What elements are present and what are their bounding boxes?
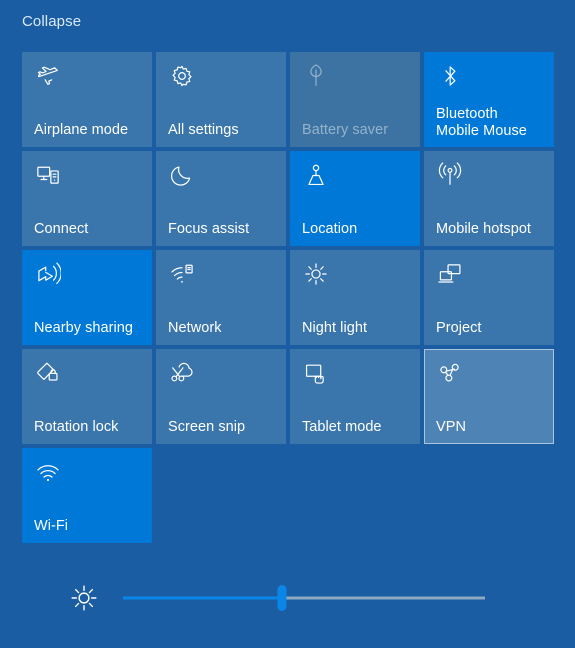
gear-icon	[169, 63, 195, 89]
quick-action-tile-screen-snip[interactable]: Screen snip	[156, 349, 286, 444]
quick-action-tile-airplane-mode[interactable]: Airplane mode	[22, 52, 152, 147]
tile-label: Location	[302, 221, 358, 237]
hotspot-icon	[437, 162, 463, 188]
wifi-icon	[35, 459, 61, 485]
network-icon	[169, 261, 195, 287]
tile-label: Tablet mode	[302, 419, 382, 435]
quick-action-tile-project[interactable]: Project	[424, 250, 554, 345]
quick-action-tile-all-settings[interactable]: All settings	[156, 52, 286, 147]
panel-header: Collapse	[22, 8, 81, 34]
tile-label: Night light	[302, 320, 368, 336]
bluetooth-icon	[437, 63, 463, 89]
tile-label: VPN	[436, 419, 466, 435]
collapse-button[interactable]: Collapse	[22, 13, 81, 30]
tile-label: Battery saver	[302, 122, 389, 138]
tile-label: Airplane mode	[34, 122, 129, 138]
sun-icon	[303, 261, 329, 287]
tile-label: Nearby sharing	[34, 320, 134, 336]
tile-label: Screen snip	[168, 419, 246, 435]
quick-action-tile-tablet-mode[interactable]: Tablet mode	[290, 349, 420, 444]
connect-icon	[35, 162, 61, 188]
quick-action-tile-mobile-hotspot[interactable]: Mobile hotspot	[424, 151, 554, 246]
tile-label: Wi-Fi	[34, 518, 69, 534]
scissors-cloud-icon	[169, 360, 195, 386]
quick-action-tile-bluetooth[interactable]: Bluetooth Mobile Mouse	[424, 52, 554, 147]
quick-action-tile-network[interactable]: Network	[156, 250, 286, 345]
tile-label: Project	[436, 320, 482, 336]
battery-leaf-icon	[303, 63, 329, 89]
tablet-icon	[303, 360, 329, 386]
tile-label: Bluetooth Mobile Mouse	[436, 106, 527, 139]
brightness-slider-row	[22, 575, 553, 621]
tile-label: All settings	[168, 122, 239, 138]
rotation-lock-icon	[35, 360, 61, 386]
quick-action-tile-battery-saver: Battery saver	[290, 52, 420, 147]
slider-thumb[interactable]	[277, 585, 287, 611]
tile-label: Rotation lock	[34, 419, 119, 435]
slider-fill	[123, 596, 283, 600]
tile-label: Mobile hotspot	[436, 221, 532, 237]
project-icon	[437, 261, 463, 287]
quick-action-tile-grid: Airplane mode All settings Battery saver Bl…	[22, 52, 554, 547]
vpn-icon	[437, 360, 463, 386]
airplane-icon	[35, 63, 61, 89]
quick-action-tile-night-light[interactable]: Night light	[290, 250, 420, 345]
location-icon	[303, 162, 329, 188]
nearby-sharing-icon	[35, 261, 61, 287]
brightness-slider[interactable]	[123, 583, 485, 613]
quick-action-tile-nearby-sharing[interactable]: Nearby sharing	[22, 250, 152, 345]
quick-action-tile-rotation-lock[interactable]: Rotation lock	[22, 349, 152, 444]
quick-action-tile-focus-assist[interactable]: Focus assist	[156, 151, 286, 246]
quick-actions-panel: Collapse Airplane mode All settings Batter…	[0, 0, 575, 648]
brightness-icon	[69, 583, 99, 613]
tile-label: Focus assist	[168, 221, 250, 237]
tile-label: Connect	[34, 221, 89, 237]
quick-action-tile-connect[interactable]: Connect	[22, 151, 152, 246]
quick-action-tile-wi-fi[interactable]: Wi-Fi	[22, 448, 152, 543]
quick-action-tile-location[interactable]: Location	[290, 151, 420, 246]
quick-action-tile-vpn[interactable]: VPN	[424, 349, 554, 444]
tile-label: Network	[168, 320, 222, 336]
moon-icon	[169, 162, 195, 188]
